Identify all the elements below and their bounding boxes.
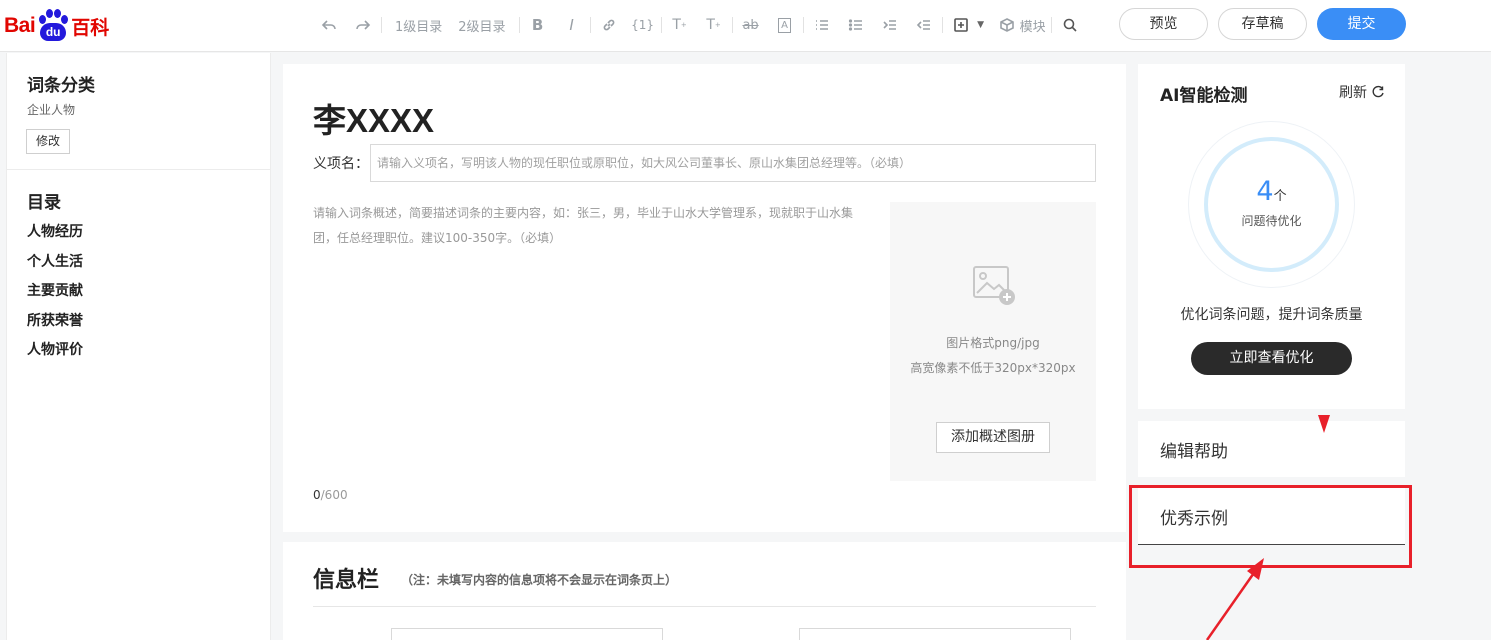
strikethrough-icon[interactable]: ab bbox=[738, 12, 764, 38]
category-title: 词条分类 bbox=[27, 76, 95, 96]
letter-box-icon[interactable]: A bbox=[772, 12, 798, 38]
image-format-hint: 图片格式png/jpg bbox=[946, 336, 1040, 350]
toc-item[interactable]: 主要贡献 bbox=[27, 280, 83, 310]
toolbar-divider bbox=[660, 17, 662, 33]
page-title[interactable]: 李XXXX bbox=[313, 94, 434, 142]
heading1-button[interactable]: 1级目录 bbox=[387, 12, 450, 38]
preview-button[interactable]: 预览 bbox=[1119, 8, 1208, 40]
yixiang-input[interactable]: 请输入义项名，写明该人物的现任职位或原职位，如大风公司董事长、原山水集团总经理等… bbox=[370, 144, 1096, 182]
left-sidebar: 词条分类 企业人物 修改 目录 人物经历 个人生活 主要贡献 所获荣誉 人物评价 bbox=[6, 53, 271, 640]
link-icon[interactable] bbox=[596, 12, 622, 38]
char-count: 0 bbox=[313, 488, 321, 502]
highlight-box bbox=[1129, 485, 1412, 568]
infobox-divider bbox=[313, 606, 1096, 607]
italic-icon[interactable]: I bbox=[559, 12, 585, 38]
toc-title: 目录 bbox=[27, 193, 61, 213]
edit-help-card[interactable]: 编辑帮助 bbox=[1138, 421, 1405, 477]
char-counter: 0/600 bbox=[313, 488, 348, 502]
infobox-card: 信息栏 （注：未填写内容的信息项将不会显示在词条页上） bbox=[283, 542, 1126, 640]
ai-check-description: 优化词条问题，提升词条质量 bbox=[1180, 307, 1363, 323]
undo-icon[interactable] bbox=[316, 12, 342, 38]
summary-textarea[interactable]: 请输入词条概述，简要描述词条的主要内容，如：张三，男，毕业于山水大学管理系，现就… bbox=[313, 201, 868, 251]
sidebar-divider bbox=[7, 169, 270, 170]
insert-icon[interactable] bbox=[948, 12, 974, 38]
search-icon[interactable] bbox=[1057, 12, 1083, 38]
refresh-label: 刷新 bbox=[1339, 85, 1367, 101]
top-bar: Bai du 百科 1级目录 2级目录 B I {1} T+ T+ ab A bbox=[0, 0, 1491, 52]
outdent-icon[interactable] bbox=[911, 12, 937, 38]
view-optimize-button[interactable]: 立即查看优化 bbox=[1191, 342, 1352, 375]
redo-icon[interactable] bbox=[350, 12, 376, 38]
toc-item[interactable]: 个人生活 bbox=[27, 251, 83, 281]
issue-count-number: 4 bbox=[1256, 176, 1274, 207]
image-size-hint: 高宽像素不低于320px*320px bbox=[910, 361, 1076, 375]
pointer-arrow-line bbox=[1205, 569, 1258, 640]
ai-check-title: AI智能检测 bbox=[1160, 86, 1248, 106]
edit-help-label: 编辑帮助 bbox=[1160, 442, 1228, 462]
issue-count: 4个 bbox=[1204, 176, 1339, 207]
subscript-icon[interactable]: T + bbox=[701, 12, 727, 38]
refresh-icon bbox=[1372, 85, 1384, 98]
toolbar-divider bbox=[381, 17, 382, 33]
toolbar-divider bbox=[941, 17, 943, 33]
unordered-list-icon[interactable] bbox=[843, 12, 869, 38]
infobox-note: （注：未填写内容的信息项将不会显示在词条页上） bbox=[401, 573, 678, 587]
toolbar-divider bbox=[731, 17, 733, 33]
toolbar-divider bbox=[518, 17, 520, 33]
module-label[interactable]: 模块 bbox=[1020, 12, 1046, 38]
summary-image-box[interactable]: 图片格式png/jpg 高宽像素不低于320px*320px 添加概述图册 bbox=[890, 202, 1096, 481]
paw-icon: du bbox=[36, 9, 70, 43]
image-placeholder-icon bbox=[973, 266, 1015, 305]
toolbar-divider bbox=[589, 17, 591, 33]
infobox-title: 信息栏 bbox=[313, 568, 380, 593]
issue-count-unit: 个 bbox=[1273, 189, 1287, 204]
char-limit: /600 bbox=[320, 488, 348, 502]
yixiang-label: 义项名： bbox=[313, 156, 369, 172]
superscript-icon[interactable]: T + bbox=[667, 12, 693, 38]
ordered-list-icon[interactable] bbox=[809, 12, 835, 38]
infobox-field[interactable] bbox=[799, 628, 1071, 640]
logo-text-du: du bbox=[40, 23, 67, 41]
toc-item[interactable]: 所获荣誉 bbox=[27, 310, 83, 340]
logo-text-bai: Bai bbox=[4, 14, 36, 37]
toolbar-divider bbox=[1050, 17, 1052, 33]
bold-icon[interactable]: B bbox=[525, 12, 551, 38]
toc-item[interactable]: 人物经历 bbox=[27, 221, 83, 251]
editor-toolbar: 1级目录 2级目录 B I {1} T + T + ab A ▼ 模块 bbox=[316, 12, 1083, 38]
indent-icon[interactable] bbox=[877, 12, 903, 38]
heading2-button[interactable]: 2级目录 bbox=[450, 12, 513, 38]
toc-item[interactable]: 人物评价 bbox=[27, 339, 83, 369]
ai-check-panel: AI智能检测 刷新 4个 问题待优化 优化词条问题，提升词条质量 立即查看优化 bbox=[1138, 64, 1405, 409]
baidu-baike-logo[interactable]: Bai du 百科 bbox=[4, 6, 109, 46]
editor-card: 李XXXX 义项名： 请输入义项名，写明该人物的现任职位或原职位，如大风公司董事… bbox=[283, 64, 1126, 532]
chevron-down-icon[interactable]: ▼ bbox=[974, 12, 988, 38]
infobox-field[interactable] bbox=[391, 628, 663, 640]
module-icon[interactable] bbox=[994, 12, 1020, 38]
submit-button[interactable]: 提交 bbox=[1317, 8, 1406, 40]
save-draft-button[interactable]: 存草稿 bbox=[1218, 8, 1307, 40]
logo-text-baike: 百科 bbox=[71, 17, 110, 39]
add-summary-image-button[interactable]: 添加概述图册 bbox=[936, 422, 1050, 453]
toc-list: 人物经历 个人生活 主要贡献 所获荣誉 人物评价 bbox=[27, 221, 83, 369]
toolbar-divider bbox=[802, 17, 804, 33]
edit-category-button[interactable]: 修改 bbox=[26, 129, 70, 154]
reference-icon[interactable]: {1} bbox=[630, 12, 656, 38]
category-value: 企业人物 bbox=[27, 103, 76, 117]
issue-count-label: 问题待优化 bbox=[1241, 214, 1302, 228]
refresh-button[interactable]: 刷新 bbox=[1339, 82, 1385, 102]
